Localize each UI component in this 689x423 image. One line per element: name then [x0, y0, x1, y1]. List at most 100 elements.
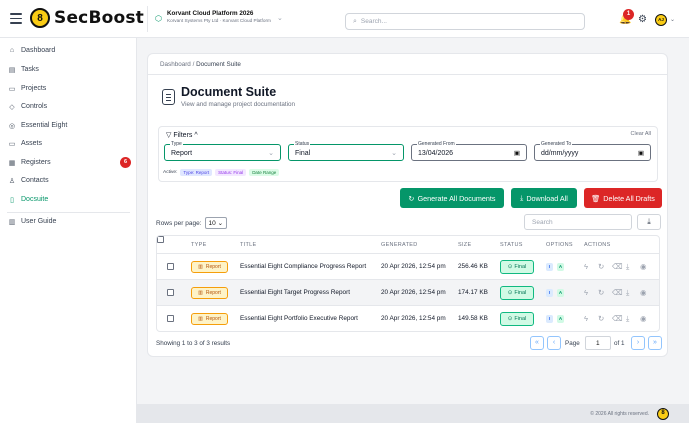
first-page-button[interactable]: « — [530, 336, 544, 350]
download-all-label: Download All — [526, 193, 568, 203]
download-icon[interactable]: ⤓ — [626, 262, 629, 272]
trash-icon[interactable]: ⌫ — [612, 288, 623, 297]
chevron-down-icon: ⌄ — [268, 150, 274, 157]
type-select[interactable]: Type Report ⌄ — [164, 141, 281, 161]
option-i-badge[interactable]: I — [546, 289, 553, 297]
check-circle-icon: ⊙ — [507, 290, 513, 296]
table-row[interactable]: ▥ Report Essential Eight Portfolio Execut… — [157, 306, 659, 331]
regenerate-icon[interactable]: ↻ — [598, 288, 604, 297]
status-select[interactable]: Status Final ⌄ — [288, 141, 404, 161]
next-page-button[interactable]: › — [631, 336, 645, 350]
option-a-badge[interactable]: A — [557, 315, 564, 323]
header-generated[interactable]: GENERATED — [381, 242, 418, 248]
download-icon: ⤓ — [520, 193, 524, 202]
rows-per-page: Rows per page: 10 ⌄ — [156, 217, 228, 229]
type-badge-label: Report — [205, 316, 221, 322]
sidebar-item-projects[interactable]: ▭ Projects — [7, 81, 132, 96]
export-button[interactable]: ⤓ — [637, 214, 661, 230]
chevron-down-icon[interactable]: ⌄ — [670, 16, 675, 23]
sidebar-item-tasks[interactable]: ▤ Tasks — [7, 62, 132, 77]
header-size[interactable]: SIZE — [458, 242, 471, 248]
org-subtitle: Korvant Systems Pty Ltd · Korvant Cloud … — [166, 18, 271, 23]
search-input[interactable]: ⌕ Search... — [345, 13, 585, 30]
bolt-icon[interactable]: ϟ — [584, 288, 588, 297]
prev-page-button[interactable]: ‹ — [547, 336, 561, 350]
clipboard-icon: ▤ — [8, 66, 16, 74]
download-icon[interactable]: ⤓ — [626, 314, 629, 324]
download-all-button[interactable]: ⤓ Download All — [511, 188, 577, 208]
search-placeholder: Search... — [360, 18, 387, 25]
bolt-icon[interactable]: ϟ — [584, 262, 588, 271]
chip-date-range[interactable]: Date Range — [249, 169, 280, 176]
chip-status[interactable]: Status: Final — [215, 169, 247, 176]
sidebar-item-label: Registers — [21, 159, 51, 166]
sidebar-item-user-guide[interactable]: ▥ User Guide — [7, 214, 132, 229]
table-row[interactable]: ▥ Report Essential Eight Target Progress … — [157, 280, 659, 306]
avatar[interactable]: AJ — [655, 14, 667, 26]
regenerate-icon[interactable]: ↻ — [598, 314, 604, 323]
sidebar-item-essential-eight[interactable]: ◎ Essential Eight — [7, 118, 132, 133]
breadcrumb-dashboard[interactable]: Dashboard — [160, 61, 191, 68]
sidebar-item-controls[interactable]: ◇ Controls — [7, 99, 132, 114]
option-a-badge[interactable]: A — [557, 289, 564, 297]
chart-icon: ▥ — [198, 290, 203, 296]
select-all-checkbox[interactable] — [157, 236, 164, 243]
app-logo[interactable]: 8 SecBoost — [30, 8, 144, 28]
results-summary: Showing 1 to 3 of 3 results — [156, 340, 231, 347]
generated-from-label: Generated From — [417, 141, 456, 147]
eye-icon[interactable]: ◉ — [640, 288, 647, 297]
delete-drafts-button[interactable]: 🗑 Delete All Drafts — [584, 188, 662, 208]
row-checkbox[interactable] — [167, 263, 174, 270]
download-icon[interactable]: ⤓ — [626, 288, 629, 298]
option-i-badge[interactable]: I — [546, 263, 553, 271]
logo-text: SecBoost — [54, 8, 145, 28]
gear-icon[interactable]: ⚙ — [638, 14, 647, 25]
header-options: OPTIONS — [546, 242, 573, 248]
last-page-button[interactable]: » — [648, 336, 662, 350]
top-bar: 8 SecBoost ⬡ Korvant Cloud Platform 2026… — [0, 0, 689, 38]
chevron-down-icon: ⌄ — [391, 150, 397, 157]
rows-per-page-select[interactable]: 10 ⌄ — [204, 217, 228, 229]
regenerate-icon[interactable]: ↻ — [598, 262, 604, 271]
chart-icon: ▥ — [198, 264, 203, 270]
option-i-badge[interactable]: I — [546, 315, 553, 323]
divider — [148, 74, 667, 75]
clear-all-button[interactable]: Clear All — [631, 131, 651, 137]
header-status[interactable]: STATUS — [500, 242, 523, 248]
row-checkbox[interactable] — [167, 289, 174, 296]
sidebar-item-contacts[interactable]: ♙ Contacts — [7, 173, 132, 188]
menu-icon[interactable] — [10, 13, 22, 24]
page-subtitle: View and manage project documentation — [181, 101, 296, 108]
filter-icon: ▽ — [166, 132, 172, 139]
option-a-badge[interactable]: A — [557, 263, 564, 271]
eye-icon[interactable]: ◉ — [640, 262, 647, 271]
rows-per-page-value: 10 — [208, 220, 216, 227]
row-checkbox[interactable] — [167, 315, 174, 322]
sidebar-item-registers[interactable]: ▦ Registers 6 — [7, 155, 132, 170]
sidebar-item-dashboard[interactable]: ⌂ Dashboard — [7, 43, 132, 58]
sidebar-item-docsuite[interactable]: ▯ Docsuite — [7, 192, 132, 207]
generated-to-date[interactable]: Generated To dd/mm/yyyy ▣ — [534, 141, 651, 161]
type-badge: ▥ Report — [191, 287, 228, 299]
trash-icon[interactable]: ⌫ — [612, 314, 623, 323]
sidebar-item-assets[interactable]: ▭ Assets — [7, 136, 132, 151]
header-type[interactable]: TYPE — [191, 242, 207, 248]
org-selector[interactable]: ⬡ Korvant Cloud Platform 2026 Korvant Sy… — [155, 10, 283, 23]
generate-all-button[interactable]: ↻ Generate All Documents — [400, 188, 504, 208]
table-row[interactable]: ▥ Report Essential Eight Compliance Progr… — [157, 254, 659, 280]
header-title[interactable]: TITLE — [240, 242, 256, 248]
calendar-icon[interactable]: ▣ — [638, 149, 644, 157]
status-badge: ⊙ Final — [500, 312, 534, 326]
filters-toggle[interactable]: ▽ Filters ^ — [166, 131, 198, 139]
bolt-icon[interactable]: ϟ — [584, 314, 588, 323]
page-number-input[interactable]: 1 — [585, 336, 611, 350]
calendar-icon[interactable]: ▣ — [514, 149, 520, 157]
chip-type[interactable]: Type: Report — [180, 169, 213, 176]
trash-icon[interactable]: ⌫ — [612, 262, 623, 271]
trash-icon: 🗑 — [591, 193, 601, 203]
generated-from-date[interactable]: Generated From 13/04/2026 ▣ — [411, 141, 527, 161]
table-search-input[interactable]: Search — [524, 214, 632, 230]
breadcrumb-separator: / — [192, 61, 195, 68]
eye-icon[interactable]: ◉ — [640, 314, 647, 323]
status-badge-label: Final — [514, 290, 527, 296]
